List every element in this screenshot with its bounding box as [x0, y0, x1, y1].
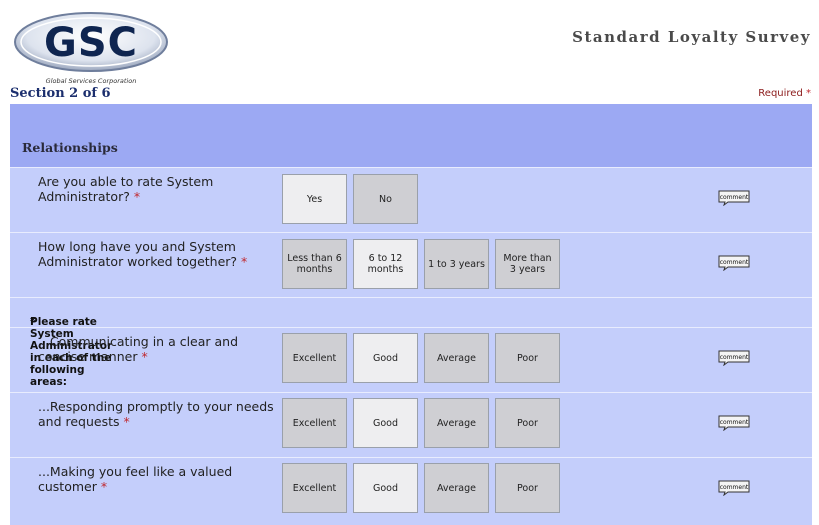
question-text: ...Making you feel like a valued custome… [38, 464, 233, 494]
logo-text: GSC [44, 20, 138, 66]
rating-areas-prompt: Please rate System Administrator in each… [10, 297, 812, 388]
question-text: How long have you and System Administrat… [38, 239, 248, 269]
question-row-duration: How long have you and System Administrat… [10, 232, 812, 297]
svg-text:comment: comment [720, 259, 749, 266]
option-average-button[interactable]: Average [424, 398, 489, 448]
svg-text:comment: comment [720, 419, 749, 426]
option-excellent-button[interactable]: Excellent [282, 463, 347, 513]
comment-icon[interactable]: comment [718, 415, 750, 431]
option-average-button[interactable]: Average [424, 333, 489, 383]
comment-icon[interactable]: comment [718, 255, 750, 271]
section-indicator: Section 2 of 6 [10, 86, 111, 101]
comment-icon[interactable]: comment [718, 350, 750, 366]
required-star: * [100, 479, 108, 494]
svg-text:comment: comment [720, 194, 749, 201]
required-star: * [133, 189, 141, 204]
option-yes-button[interactable]: Yes [282, 174, 347, 224]
question-text: Are you able to rate System Administrato… [38, 174, 214, 204]
required-legend-text: Required [758, 88, 803, 99]
option-good-button[interactable]: Good [353, 463, 418, 513]
relationships-panel: Relationships Are you able to rate Syste… [10, 104, 812, 525]
option-good-button[interactable]: Good [353, 333, 418, 383]
required-legend: Required * [758, 88, 811, 99]
question-row-valued-customer: ...Making you feel like a valued custome… [10, 457, 812, 522]
comment-icon[interactable]: comment [718, 190, 750, 206]
gsc-logo: GSC Global Services Corporation [14, 12, 168, 85]
question-row-able-to-rate: Are you able to rate System Administrato… [10, 167, 812, 232]
question-text: ...Communicating in a clear and concise … [38, 334, 239, 364]
required-star: * [241, 254, 248, 269]
comment-icon[interactable]: comment [718, 480, 750, 496]
option-excellent-button[interactable]: Excellent [282, 333, 347, 383]
option-average-button[interactable]: Average [424, 463, 489, 513]
option-1-to-3-years-button[interactable]: 1 to 3 years [424, 239, 489, 289]
option-poor-button[interactable]: Poor [495, 398, 560, 448]
panel-title: Relationships [22, 140, 118, 155]
option-more-than-3-years-button[interactable]: More than 3 years [495, 239, 560, 289]
svg-text:comment: comment [720, 484, 749, 491]
required-star: * [806, 88, 811, 99]
svg-text:comment: comment [720, 354, 749, 361]
logo-subtitle: Global Services Corporation [46, 77, 137, 85]
option-less-than-6-months-button[interactable]: Less than 6 months [282, 239, 347, 289]
question-row-responding: ...Responding promptly to your needs and… [10, 392, 812, 457]
question-text: ...Responding promptly to your needs and… [38, 399, 274, 429]
option-poor-button[interactable]: Poor [495, 333, 560, 383]
option-good-button[interactable]: Good [353, 398, 418, 448]
option-excellent-button[interactable]: Excellent [282, 398, 347, 448]
required-star: * [123, 414, 130, 429]
required-star: * [141, 349, 148, 364]
option-poor-button[interactable]: Poor [495, 463, 560, 513]
question-row-communicating: ...Communicating in a clear and concise … [10, 327, 812, 392]
option-6-to-12-months-button[interactable]: 6 to 12 months [353, 239, 418, 289]
panel-header: Relationships [10, 104, 812, 167]
survey-title: Standard Loyalty Survey [572, 28, 811, 46]
option-no-button[interactable]: No [353, 174, 418, 224]
